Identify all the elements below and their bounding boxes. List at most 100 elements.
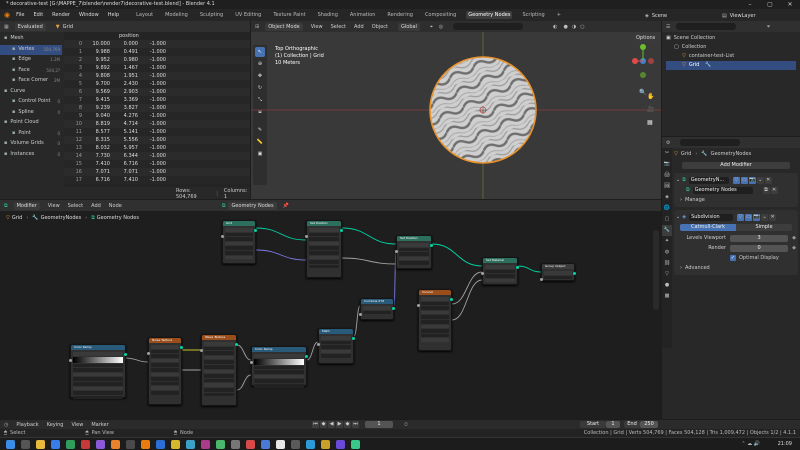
- remove-modifier-icon[interactable]: ✕: [769, 213, 777, 221]
- menu-edit[interactable]: Edit: [33, 12, 43, 18]
- node-field[interactable]: [309, 255, 339, 260]
- view-layer-tab-icon[interactable]: 🖼: [662, 181, 672, 192]
- node-field[interactable]: [254, 365, 304, 370]
- node-field[interactable]: [309, 228, 339, 232]
- collapse-arrow-icon[interactable]: ⌄: [676, 175, 680, 185]
- levels-viewport-field[interactable]: 3: [730, 234, 789, 242]
- input-socket[interactable]: [540, 278, 543, 281]
- material-tab-icon[interactable]: ●: [662, 280, 672, 291]
- node-field[interactable]: [151, 377, 179, 381]
- tab-rendering[interactable]: Rendering: [385, 11, 415, 19]
- menu-file[interactable]: File: [16, 12, 24, 18]
- node-field[interactable]: [204, 346, 234, 351]
- node-field[interactable]: [151, 354, 179, 358]
- node-field[interactable]: [73, 391, 123, 395]
- outliner-item-collection[interactable]: ▢ Collection: [666, 43, 796, 52]
- node-field[interactable]: [421, 301, 449, 306]
- node-field[interactable]: [73, 363, 123, 368]
- node-field[interactable]: [309, 250, 339, 255]
- node-field[interactable]: [204, 387, 234, 392]
- object-tab-icon[interactable]: ▢: [662, 214, 672, 225]
- input-socket[interactable]: [250, 361, 253, 364]
- filter-icon[interactable]: ⏷: [766, 24, 770, 30]
- taskview-icon[interactable]: [21, 439, 30, 449]
- node-field[interactable]: [204, 360, 234, 364]
- node-field[interactable]: [254, 374, 304, 379]
- play-icon[interactable]: ▶: [336, 421, 343, 428]
- menu-window[interactable]: Window: [79, 12, 99, 18]
- blender-taskbar-icon[interactable]: [141, 439, 150, 449]
- modifier-name-input[interactable]: GeometryN...: [688, 176, 729, 184]
- color-ramp-gradient[interactable]: [254, 358, 304, 365]
- playback-menu[interactable]: Playback: [16, 422, 38, 428]
- input-socket[interactable]: [417, 304, 420, 307]
- node-field[interactable]: [204, 369, 234, 374]
- node-field[interactable]: [309, 232, 339, 237]
- prev-key-icon[interactable]: ◆: [320, 421, 327, 428]
- node-color-ramp[interactable]: Color Ramp: [250, 346, 308, 388]
- node-group-output[interactable]: Group Output: [540, 263, 576, 281]
- input-socket[interactable]: [200, 349, 203, 352]
- manage-subpanel[interactable]: › Manage: [676, 195, 796, 205]
- node-field[interactable]: [225, 237, 253, 241]
- node-field[interactable]: [204, 374, 234, 378]
- particles-tab-icon[interactable]: ✦: [662, 236, 672, 247]
- tab-modeling[interactable]: Modeling: [163, 11, 190, 19]
- node-field[interactable]: [421, 329, 449, 333]
- node-field[interactable]: [309, 246, 339, 250]
- data-tab-icon[interactable]: ▽: [662, 269, 672, 280]
- output-socket[interactable]: [430, 244, 433, 247]
- node-field[interactable]: [321, 345, 351, 349]
- node-voronoi[interactable]: Voronoi: [417, 289, 453, 351]
- animate-dot-icon[interactable]: ◆: [792, 243, 796, 253]
- outliner-editor-icon[interactable]: ☰: [666, 24, 670, 30]
- world-tab-icon[interactable]: 🌐: [662, 203, 672, 214]
- advanced-subpanel[interactable]: › Advanced: [676, 263, 796, 273]
- node-field[interactable]: [225, 232, 253, 237]
- input-socket[interactable]: [147, 352, 150, 355]
- node-field[interactable]: [204, 383, 234, 387]
- menu-help[interactable]: Help: [108, 12, 119, 18]
- node-field[interactable]: [225, 241, 253, 246]
- outliner-scene-collection[interactable]: ▣ Scene Collection: [666, 34, 796, 43]
- close-button[interactable]: ✕: [780, 0, 800, 9]
- node-grid[interactable]: Grid: [221, 220, 257, 264]
- keying-menu[interactable]: Keying: [47, 422, 64, 428]
- file-explorer-icon[interactable]: [36, 439, 45, 449]
- node-field[interactable]: [73, 368, 123, 372]
- start-frame-field[interactable]: 1: [606, 421, 620, 428]
- node-field[interactable]: [254, 354, 304, 358]
- geometry-tree-item[interactable]: ▪ Vertex 504,769: [0, 44, 62, 55]
- optimal-display-checkbox[interactable]: ✓: [730, 255, 736, 261]
- output-socket[interactable]: [392, 307, 395, 310]
- view-layer-selector[interactable]: ▤ ViewLayer: [722, 11, 756, 20]
- app-gray-icon[interactable]: [126, 439, 135, 449]
- node-field[interactable]: [321, 336, 351, 340]
- node-field[interactable]: [421, 310, 449, 315]
- node-field[interactable]: [73, 372, 123, 377]
- texture-tab-icon[interactable]: ▩: [662, 291, 672, 302]
- node-combine-xyz[interactable]: Combine XYZ: [359, 298, 395, 320]
- windows-start-icon[interactable]: [6, 439, 15, 449]
- app-yellow-icon[interactable]: [171, 439, 180, 449]
- node-field[interactable]: [399, 243, 429, 247]
- app-orange-icon[interactable]: [111, 439, 120, 449]
- node-field[interactable]: [151, 367, 179, 372]
- node-field[interactable]: [421, 297, 449, 301]
- app-magenta-icon[interactable]: [201, 439, 210, 449]
- app-white-icon[interactable]: [276, 439, 285, 449]
- node-field[interactable]: [421, 324, 449, 329]
- geometry-tree-item[interactable]: ▪ Spline 0: [0, 108, 62, 119]
- node-field[interactable]: [254, 370, 304, 374]
- column-header-position[interactable]: position: [64, 32, 250, 40]
- tab-catmull-clark[interactable]: Catmull-Clark: [680, 224, 736, 231]
- camera-view-icon[interactable]: 🎥: [647, 106, 657, 113]
- pan-hand-icon[interactable]: ✋: [647, 93, 657, 100]
- node-field[interactable]: [421, 319, 449, 324]
- node-field[interactable]: [485, 278, 515, 283]
- output-socket[interactable]: [305, 355, 308, 358]
- node-field[interactable]: [254, 383, 304, 388]
- tab-uv-editing[interactable]: UV Editing: [233, 11, 263, 19]
- edge-browser-icon[interactable]: [51, 439, 60, 449]
- spreadsheet-icon[interactable]: ▦: [4, 24, 9, 30]
